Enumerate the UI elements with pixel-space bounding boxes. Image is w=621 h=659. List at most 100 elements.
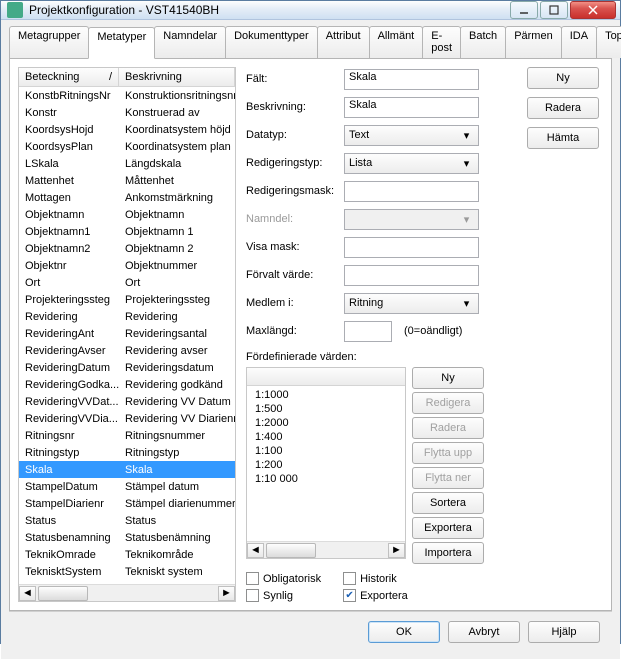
tab-metatyper[interactable]: Metatyper [88, 27, 155, 59]
redigeringsmask-label: Redigeringsmask: [246, 185, 344, 197]
predef-list-header[interactable] [247, 368, 405, 386]
list-row[interactable]: RevideringAvserRevidering avser [19, 342, 235, 359]
predef-list[interactable]: 1:10001:5001:20001:4001:1001:2001:10 000… [246, 367, 406, 559]
redigeringsmask-input[interactable] [344, 181, 479, 202]
list-row[interactable]: RitningsnrRitningsnummer [19, 427, 235, 444]
chevron-down-icon: ▾ [459, 295, 474, 312]
predef-item[interactable]: 1:400 [247, 430, 405, 444]
list-row[interactable]: Objektnamn2Objektnamn 2 [19, 240, 235, 257]
predef-importera-button[interactable]: Importera [412, 542, 484, 564]
list-row[interactable]: RevideringDatumRevideringsdatum [19, 359, 235, 376]
list-row[interactable]: KoordsysPlanKoordinatsystem plan [19, 138, 235, 155]
predef-item[interactable]: 1:200 [247, 458, 405, 472]
list-header-col1: Beteckning/ [19, 68, 119, 86]
scroll-right-icon[interactable]: ► [388, 543, 405, 558]
list-row[interactable]: RevideringGodka...Revidering godkänd [19, 376, 235, 393]
ok-button[interactable]: OK [368, 621, 440, 643]
list-row[interactable]: RevideringRevidering [19, 308, 235, 325]
ny-button[interactable]: Ny [527, 67, 599, 89]
datatyp-select[interactable]: Text▾ [344, 125, 479, 146]
list-row[interactable]: StatusStatus [19, 512, 235, 529]
hjalp-button[interactable]: Hjälp [528, 621, 600, 643]
maximize-button[interactable] [540, 1, 568, 19]
scroll-left-icon[interactable]: ◄ [247, 543, 264, 558]
maxlangd-label: Maxlängd: [246, 325, 344, 337]
falt-input[interactable]: Skala [344, 69, 479, 90]
predef-item[interactable]: 1:500 [247, 402, 405, 416]
tab-attribut[interactable]: Attribut [317, 26, 370, 58]
sort-indicator-icon: / [109, 71, 112, 83]
window-title: Projektkonfiguration - VST41540BH [29, 3, 508, 17]
tab-namndelar[interactable]: Namndelar [154, 26, 226, 58]
tab-allmänt[interactable]: Allmänt [369, 26, 424, 58]
medlemi-label: Medlem i: [246, 297, 344, 309]
predef-scrollbar[interactable]: ◄ ► [247, 541, 405, 558]
tab-metagrupper[interactable]: Metagrupper [9, 26, 89, 58]
list-row[interactable]: TeknisktSystemTekniskt system [19, 563, 235, 580]
predef-exportera-button[interactable]: Exportera [412, 517, 484, 539]
tab-ida[interactable]: IDA [561, 26, 597, 58]
redigeringstyp-select[interactable]: Lista▾ [344, 153, 479, 174]
list-row[interactable]: RevideringAntRevideringsantal [19, 325, 235, 342]
form-panel: Fält:Skala Beskrivning:Skala Datatyp:Tex… [246, 67, 517, 602]
dialog-footer: OK Avbryt Hjälp [9, 611, 612, 651]
list-row[interactable]: KonstrKonstruerad av [19, 104, 235, 121]
scroll-right-icon[interactable]: ► [218, 586, 235, 601]
close-button[interactable] [570, 1, 616, 19]
tab-pärmen[interactable]: Pärmen [505, 26, 562, 58]
list-row[interactable]: OrtOrt [19, 274, 235, 291]
predef-sortera-button[interactable]: Sortera [412, 492, 484, 514]
hamta-button[interactable]: Hämta [527, 127, 599, 149]
list-row[interactable]: ProjekteringsstegProjekteringssteg [19, 291, 235, 308]
predef-item[interactable]: 1:2000 [247, 416, 405, 430]
tab-dokumenttyper[interactable]: Dokumenttyper [225, 26, 318, 58]
list-row[interactable]: SkalaSkala [19, 461, 235, 478]
tab-strip: MetagrupperMetatyperNamndelarDokumenttyp… [9, 26, 612, 59]
historik-checkbox[interactable]: Historik [343, 572, 408, 585]
scroll-left-icon[interactable]: ◄ [19, 586, 36, 601]
list-row[interactable]: Objektnamn1Objektnamn 1 [19, 223, 235, 240]
avbryt-button[interactable]: Avbryt [448, 621, 520, 643]
visamask-input[interactable] [344, 237, 479, 258]
list-row[interactable]: ObjektnamnObjektnamn [19, 206, 235, 223]
minimize-button[interactable] [510, 1, 538, 19]
maxlangd-input[interactable] [344, 321, 392, 342]
scroll-thumb[interactable] [38, 586, 88, 601]
predef-item[interactable]: 1:100 [247, 444, 405, 458]
tab-batch[interactable]: Batch [460, 26, 506, 58]
obligatorisk-checkbox[interactable]: Obligatorisk [246, 572, 321, 585]
list-row[interactable]: TeknikOmradeTeknikområde [19, 546, 235, 563]
synlig-checkbox[interactable]: Synlig [246, 589, 321, 602]
medlemi-select[interactable]: Ritning▾ [344, 293, 479, 314]
list-body[interactable]: KonstbRitningsNrKonstruktionsritningsnrK… [19, 87, 235, 584]
radera-button[interactable]: Radera [527, 97, 599, 119]
forvalt-input[interactable] [344, 265, 479, 286]
list-row[interactable]: KoordsysHojdKoordinatsystem höjd [19, 121, 235, 138]
titlebar[interactable]: Projektkonfiguration - VST41540BH [1, 1, 620, 20]
tab-topocad[interactable]: Topocad [596, 26, 621, 58]
scroll-thumb[interactable] [266, 543, 316, 558]
predef-ny-button[interactable]: Ny [412, 367, 484, 389]
redigeringstyp-label: Redigeringstyp: [246, 157, 344, 169]
list-row[interactable]: StatusbenamningStatusbenämning [19, 529, 235, 546]
list-row[interactable]: MottagenAnkomstmärkning [19, 189, 235, 206]
beskrivning-input[interactable]: Skala [344, 97, 479, 118]
list-row[interactable]: RitningstypRitningstyp [19, 444, 235, 461]
list-row[interactable]: LSkalaLängdskala [19, 155, 235, 172]
list-row[interactable]: StampelDiarienrStämpel diarienummer [19, 495, 235, 512]
namndel-select: ▾ [344, 209, 479, 230]
list-row[interactable]: KonstbRitningsNrKonstruktionsritningsnr [19, 87, 235, 104]
horizontal-scrollbar[interactable]: ◄ ► [19, 584, 235, 601]
namndel-label: Namndel: [246, 213, 344, 225]
list-header[interactable]: Beteckning/ Beskrivning [19, 68, 235, 87]
predef-item[interactable]: 1:10 000 [247, 472, 405, 486]
predef-item[interactable]: 1:1000 [247, 388, 405, 402]
list-row[interactable]: RevideringVVDia...Revidering VV Diarienr [19, 410, 235, 427]
list-row[interactable]: RevideringVVDat...Revidering VV Datum [19, 393, 235, 410]
client-area: MetagrupperMetatyperNamndelarDokumenttyp… [1, 20, 620, 659]
tab-e-post[interactable]: E-post [422, 26, 461, 58]
list-row[interactable]: MattenhetMåttenhet [19, 172, 235, 189]
list-row[interactable]: StampelDatumStämpel datum [19, 478, 235, 495]
list-row[interactable]: ObjektnrObjektnummer [19, 257, 235, 274]
exportera-checkbox[interactable]: Exportera [343, 589, 408, 602]
